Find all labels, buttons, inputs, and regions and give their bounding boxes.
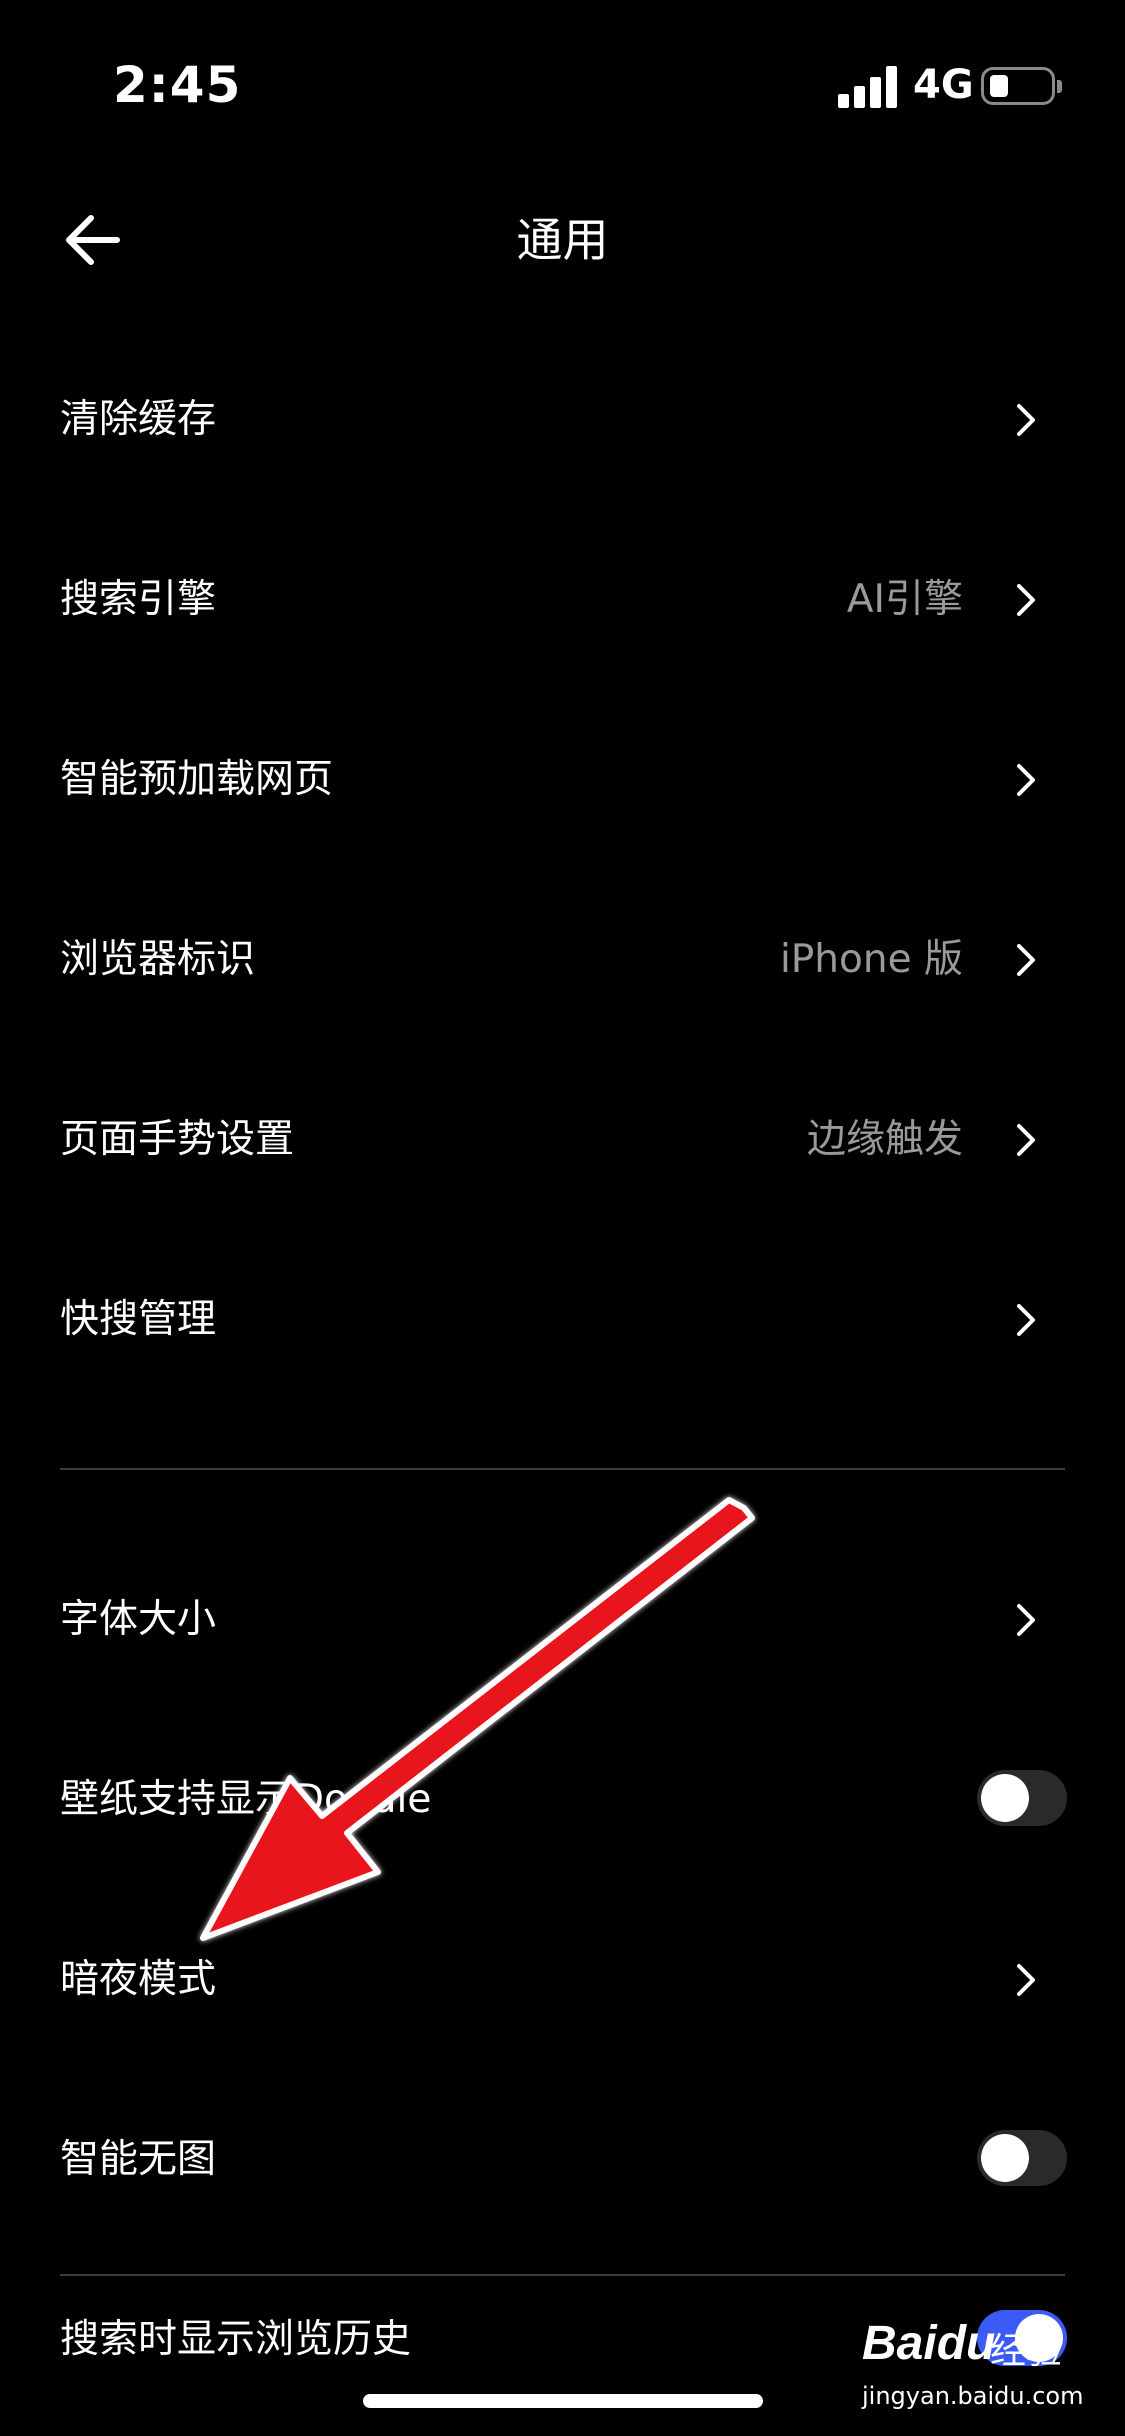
status-time: 2:45 (113, 56, 242, 114)
browser-ua-label: 浏览器标识 (60, 937, 256, 982)
dark-mode-row[interactable]: 暗夜模式 (0, 1890, 1125, 2070)
chevron-right-icon (1017, 764, 1035, 796)
network-type: 4G (913, 62, 974, 108)
smart-no-image-toggle[interactable] (977, 2130, 1067, 2186)
watermark-domain: jingyan.baidu.com (862, 2382, 1084, 2410)
page-gesture-row[interactable]: 页面手势设置 边缘触发 (0, 1050, 1125, 1230)
chevron-right-icon (1017, 1304, 1035, 1336)
search-engine-value: AI引擎 (846, 577, 963, 622)
home-indicator[interactable] (363, 2394, 763, 2408)
doodle-wallpaper-label: 壁纸支持显示Doodle (60, 1777, 432, 1822)
page-gesture-value: 边缘触发 (806, 1117, 963, 1162)
clear-cache-row[interactable]: 清除缓存 (0, 330, 1125, 510)
status-bar: 2:45 4G (0, 0, 1125, 180)
font-size-row[interactable]: 字体大小 (0, 1530, 1125, 1710)
dark-mode-label: 暗夜模式 (60, 1957, 217, 2002)
chevron-right-icon (1017, 944, 1035, 976)
chevron-right-icon (1017, 1964, 1035, 1996)
smart-no-image-row: 智能无图 (0, 2070, 1125, 2250)
chevron-right-icon (1017, 1604, 1035, 1636)
chevron-right-icon (1017, 584, 1035, 616)
chevron-right-icon (1017, 404, 1035, 436)
battery-icon (981, 67, 1062, 105)
preload-pages-label: 智能预加载网页 (60, 757, 334, 802)
watermark-brand-cn: 经验 (990, 2331, 1063, 2372)
search-engine-row[interactable]: 搜索引擎 AI引擎 (0, 510, 1125, 690)
doodle-wallpaper-row: 壁纸支持显示Doodle (0, 1710, 1125, 1890)
font-size-label: 字体大小 (60, 1597, 217, 1642)
section-divider (60, 1468, 1065, 1470)
search-engine-label: 搜索引擎 (60, 577, 217, 622)
nav-bar: 通用 (0, 180, 1125, 300)
clear-cache-label: 清除缓存 (60, 397, 217, 442)
show-history-label: 搜索时显示浏览历史 (60, 2317, 412, 2362)
page-title: 通用 (516, 213, 609, 267)
cellular-signal-icon (838, 66, 898, 108)
doodle-wallpaper-toggle[interactable] (977, 1770, 1067, 1826)
page-gesture-label: 页面手势设置 (60, 1117, 295, 1162)
quick-search-row[interactable]: 快搜管理 (0, 1230, 1125, 1410)
browser-ua-row[interactable]: 浏览器标识 iPhone 版 (0, 870, 1125, 1050)
preload-pages-row[interactable]: 智能预加载网页 (0, 690, 1125, 870)
browser-ua-value: iPhone 版 (779, 937, 963, 982)
baidu-watermark: Baidu 经验 jingyan.baidu.com (862, 2296, 1084, 2416)
chevron-right-icon (1017, 1124, 1035, 1156)
quick-search-label: 快搜管理 (60, 1297, 217, 1342)
watermark-brand: Baidu (862, 2317, 996, 2370)
smart-no-image-label: 智能无图 (60, 2137, 217, 2182)
